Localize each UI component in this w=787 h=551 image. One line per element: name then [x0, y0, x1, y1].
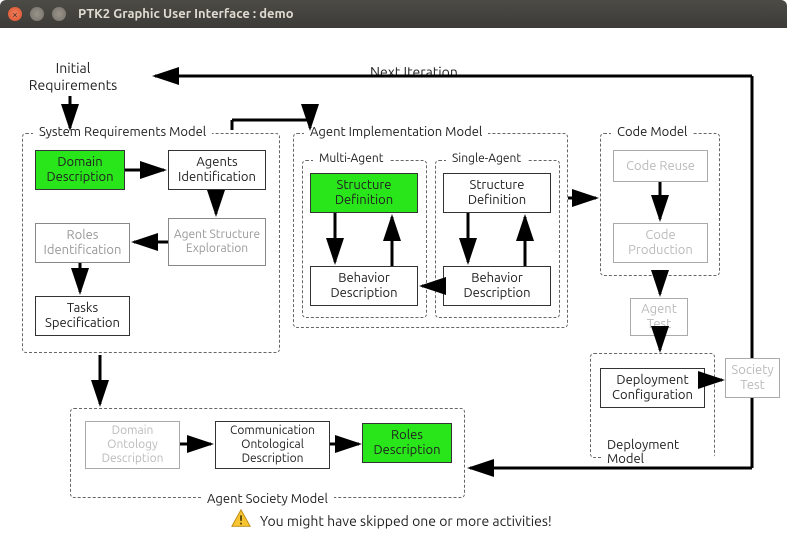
group-label-srm: System Requirements Model [33, 125, 212, 139]
node-agent-test[interactable]: Agent Test [630, 298, 688, 336]
node-sa-structure-definition[interactable]: Structure Definition [443, 173, 551, 213]
close-icon[interactable]: × [8, 7, 22, 21]
diagram-canvas: Initial Requirements Next Iteration Syst… [0, 28, 787, 551]
warning-text: You might have skipped one or more activ… [260, 513, 552, 529]
label-next-iteration: Next Iteration [370, 64, 458, 80]
node-roles-description[interactable]: Roles Description [362, 423, 452, 463]
window-titlebar: × PTK2 Graphic User Interface : demo [0, 0, 787, 28]
label-initial-requirements: Initial Requirements [18, 60, 128, 94]
group-label-aim: Agent Implementation Model [304, 125, 488, 139]
minimize-icon[interactable] [30, 7, 44, 21]
node-ma-structure-definition[interactable]: Structure Definition [310, 173, 418, 213]
node-society-test[interactable]: Society Test [725, 358, 780, 398]
group-label-sa: Single-Agent [446, 152, 527, 165]
node-sa-behavior-description[interactable]: Behavior Description [443, 266, 551, 306]
node-communication-ontological-description[interactable]: Communication Ontological Description [215, 421, 330, 469]
group-label-ma: Multi-Agent [313, 152, 389, 165]
node-agents-identification[interactable]: Agents Identification [168, 150, 266, 190]
node-agent-structure-exploration[interactable]: Agent Structure Exploration [168, 218, 266, 266]
node-roles-identification[interactable]: Roles Identification [35, 223, 130, 263]
node-ma-behavior-description[interactable]: Behavior Description [310, 266, 418, 306]
group-label-cm: Code Model [611, 125, 693, 139]
warning-bar: You might have skipped one or more activ… [230, 508, 552, 533]
maximize-icon[interactable] [52, 7, 66, 21]
node-code-production[interactable]: Code Production [613, 223, 708, 263]
group-label-asm: Agent Society Model [201, 492, 334, 506]
node-code-reuse[interactable]: Code Reuse [613, 150, 708, 182]
node-tasks-specification[interactable]: Tasks Specification [35, 296, 130, 336]
window-title: PTK2 Graphic User Interface : demo [78, 7, 294, 21]
node-domain-ontology-description[interactable]: Domain Ontology Description [85, 421, 180, 469]
node-deployment-configuration[interactable]: Deployment Configuration [600, 368, 705, 408]
group-label-dm: Deployment Model [601, 438, 714, 466]
node-domain-description[interactable]: Domain Description [35, 150, 125, 190]
warning-icon [230, 508, 252, 533]
